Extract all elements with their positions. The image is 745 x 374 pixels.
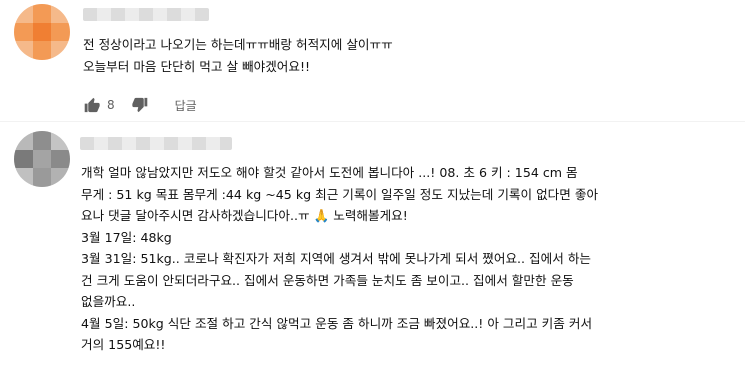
like-count: 8 xyxy=(107,98,115,112)
avatar-pixel xyxy=(51,131,70,150)
comment-line: 3월 31일: 51kg.. 코로나 확진자가 저희 지역에 생겨서 밖에 못나… xyxy=(81,251,591,266)
avatar-pixel xyxy=(32,131,52,150)
comment-line: 요나 댓글 달아주시면 감사하겠습니다아..ㅠ 🙏 노력해볼게요! xyxy=(81,208,408,223)
avatar-pixel xyxy=(14,22,33,42)
avatar-pixel xyxy=(51,168,70,187)
avatar-pixel xyxy=(51,4,70,23)
reply-button[interactable]: 답글 xyxy=(175,97,197,114)
comment-line: 오늘부터 마음 단단히 먹고 살 빼야겠어요!! xyxy=(83,58,311,74)
avatar[interactable] xyxy=(14,4,70,60)
avatar-pixel xyxy=(51,41,70,60)
comment-line: 건 크게 도움이 안되더라구요.. 집에서 운동하면 가족들 눈치도 좀 보이고… xyxy=(81,272,574,288)
avatar-pixel xyxy=(32,149,52,169)
avatar-pixel xyxy=(32,168,52,187)
thumbs-down-icon[interactable] xyxy=(129,94,151,116)
divider xyxy=(0,121,745,122)
comment-line: 개학 얼마 않남았지만 저도오 해야 할것 같아서 도전에 봅니다아 ...! … xyxy=(81,165,578,180)
avatar-pixel xyxy=(14,131,33,150)
avatar-pixel xyxy=(32,41,52,60)
avatar-pixel xyxy=(32,4,52,23)
comment-line: 전 정상이라고 나오기는 하는데ㅠㅠ배랑 허적지에 살이ㅠㅠ xyxy=(83,37,393,52)
comment-line: 4월 5일: 50kg 식단 조절 하고 간식 않먹고 운동 좀 하니까 조금 … xyxy=(81,315,593,331)
comment-actions: 8 답글 xyxy=(81,94,197,116)
comment-body: 전 정상이라고 나오기는 하는데ㅠㅠ배랑 허적지에 살이ㅠㅠ 오늘부터 마음 단… xyxy=(83,34,393,77)
avatar-pixel xyxy=(14,149,33,169)
comment-line: 없을까요.. xyxy=(81,294,136,309)
author-name[interactable] xyxy=(80,137,232,150)
avatar-pixel xyxy=(32,22,52,42)
comment-line: 거의 155예요!! xyxy=(81,337,166,352)
avatar-pixel xyxy=(51,22,70,42)
comment-line: 3월 17일: 48kg xyxy=(81,229,172,245)
comment-body: 개학 얼마 않남았지만 저도오 해야 할것 같아서 도전에 봅니다아 ...! … xyxy=(81,162,598,356)
avatar-pixel xyxy=(51,149,70,169)
avatar-pixel xyxy=(14,168,33,187)
comment-line: 무게 : 51 kg 목표 몸무게 :44 kg ~45 kg 최근 기록이 일… xyxy=(81,186,599,202)
avatar-pixel xyxy=(14,41,33,60)
thumbs-up-icon[interactable] xyxy=(81,94,103,116)
avatar-pixel xyxy=(14,4,33,23)
author-name[interactable] xyxy=(83,8,209,21)
avatar[interactable] xyxy=(14,131,70,187)
